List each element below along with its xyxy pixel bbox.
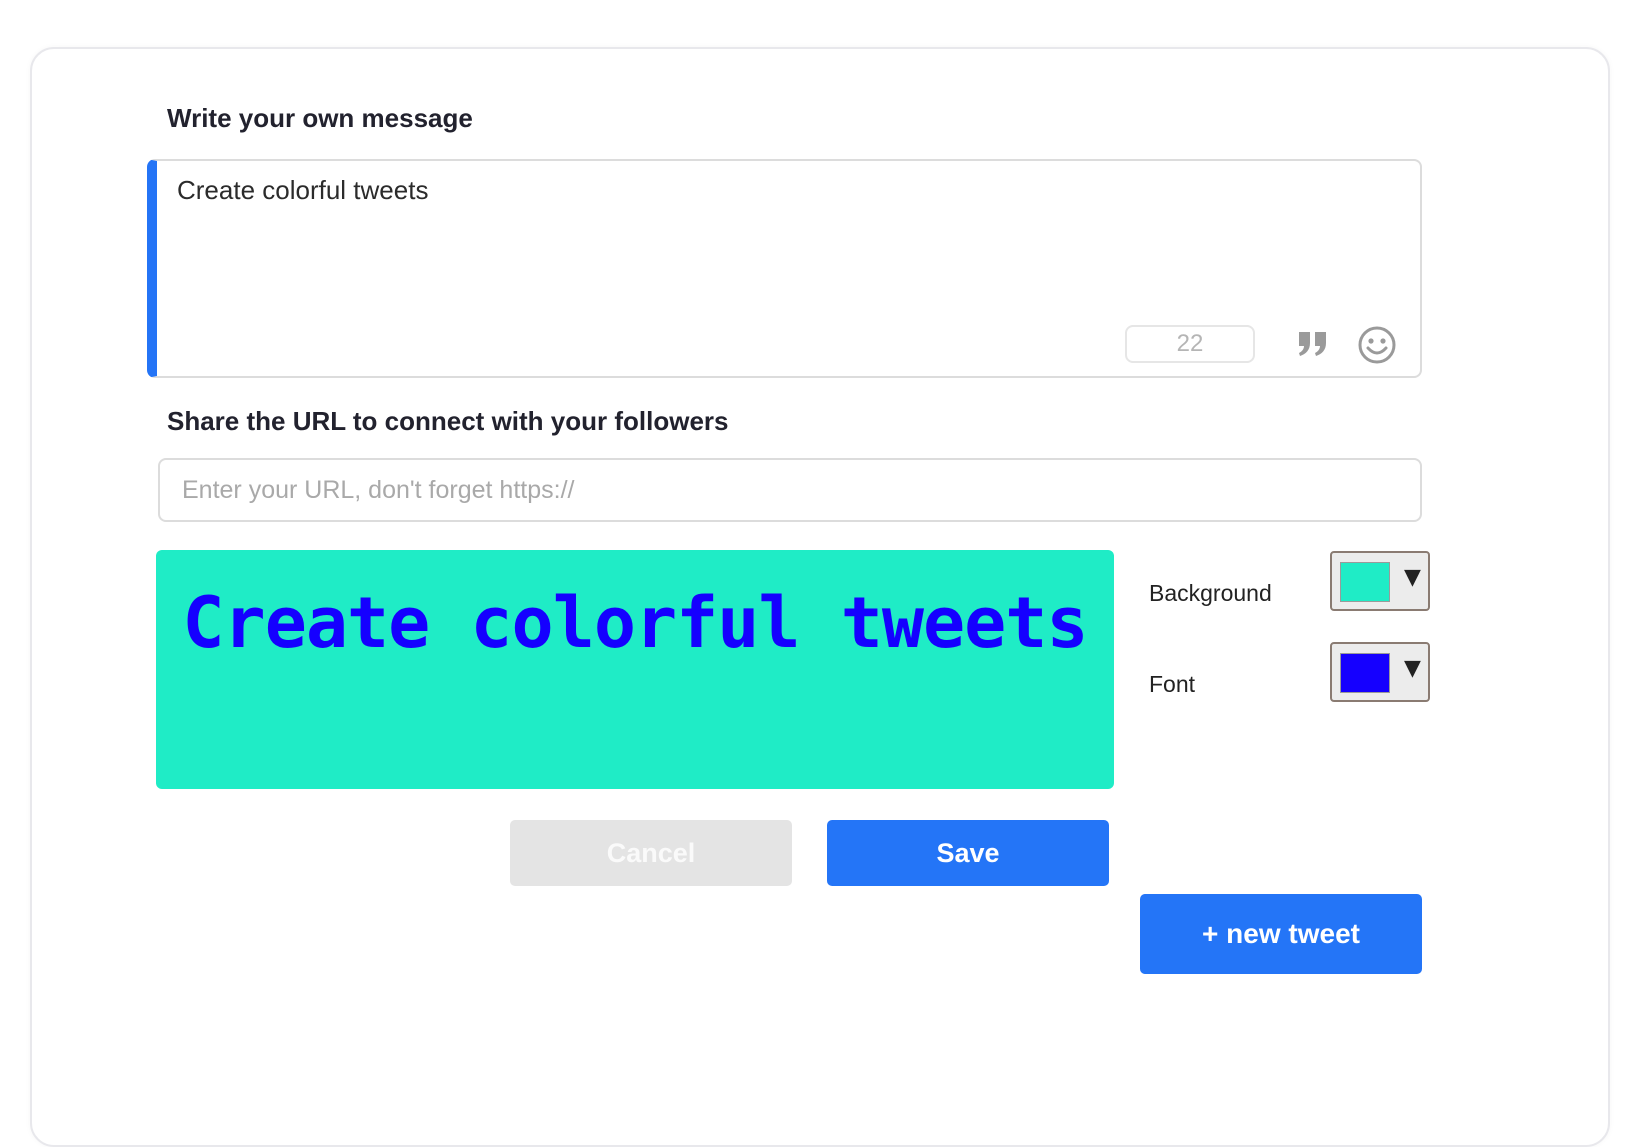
background-color-picker[interactable]: ▼ — [1330, 551, 1430, 611]
smiley-icon[interactable] — [1357, 325, 1397, 365]
tweet-preview: Create colorful tweets — [156, 550, 1114, 789]
message-label: Write your own message — [167, 103, 473, 133]
url-label: Share the URL to connect with your follo… — [167, 406, 729, 436]
url-input[interactable] — [158, 458, 1422, 522]
cancel-button[interactable]: Cancel — [510, 820, 792, 886]
preview-text: Create colorful tweets — [182, 582, 1088, 664]
character-counter: 22 — [1125, 325, 1255, 363]
background-color-label: Background — [1149, 580, 1272, 606]
message-text[interactable]: Create colorful tweets — [177, 175, 428, 206]
quote-icon[interactable] — [1297, 329, 1329, 359]
font-color-label: Font — [1149, 671, 1196, 697]
save-button[interactable]: Save — [827, 820, 1109, 886]
message-textarea[interactable]: Create colorful tweets 22 — [147, 159, 1422, 378]
font-color-swatch — [1340, 653, 1390, 693]
background-color-swatch — [1340, 562, 1390, 602]
new-tweet-button[interactable]: + new tweet — [1140, 894, 1422, 974]
dropdown-arrow-icon: ▼ — [1404, 656, 1421, 681]
font-color-picker[interactable]: ▼ — [1330, 642, 1430, 702]
dropdown-arrow-icon: ▼ — [1404, 565, 1421, 590]
